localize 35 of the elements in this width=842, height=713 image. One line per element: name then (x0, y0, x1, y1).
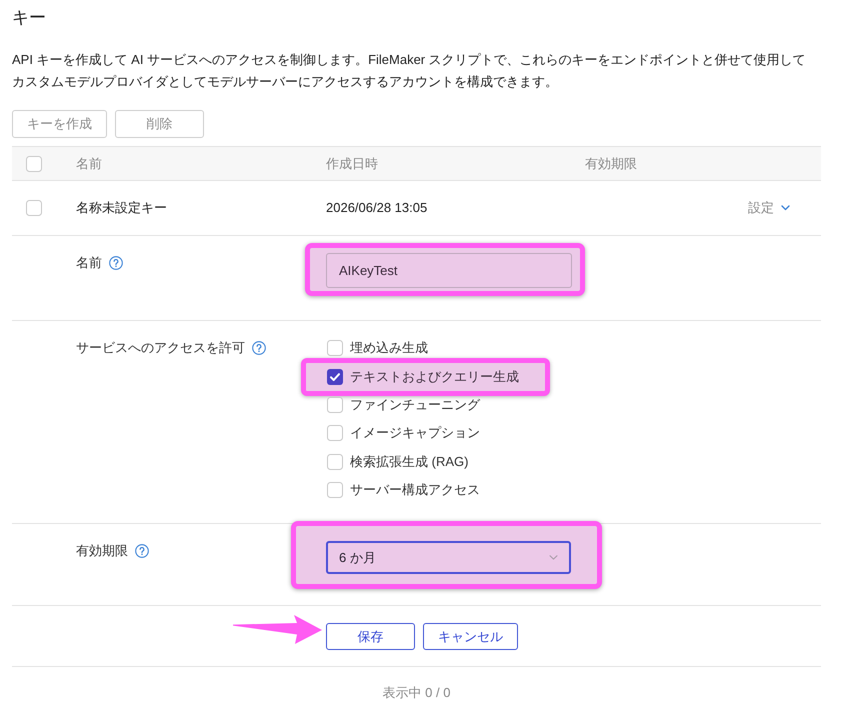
settings-dropdown[interactable]: 設定 (748, 198, 790, 218)
checkbox-label: テキストおよびクエリー生成 (350, 368, 519, 385)
name-input[interactable]: AIKeyTest (326, 253, 572, 288)
checkbox[interactable] (327, 454, 343, 470)
checkbox[interactable] (327, 368, 343, 385)
help-icon[interactable] (109, 256, 123, 270)
table-cell: 名称未設定キー (76, 200, 167, 215)
table-cell: 2026/06/28 13:05 (326, 200, 428, 215)
checkbox[interactable] (327, 396, 343, 413)
checkbox-label: サーバー構成アクセス (350, 482, 480, 498)
checkbox-label: イメージキャプション (350, 425, 480, 442)
checkbox-label: 検索拡張生成 (RAG) (350, 454, 468, 470)
chevron-down-icon (549, 555, 558, 560)
help-icon[interactable] (252, 341, 266, 355)
expiry-select[interactable]: 6 か月 (326, 541, 571, 574)
field-label: サービスへのアクセスを許可 (76, 339, 245, 357)
column-header: 有効期限 (585, 156, 637, 170)
checkbox[interactable] (26, 200, 42, 216)
cancel-button[interactable]: キャンセル (423, 623, 518, 650)
column-header: 作成日時 (326, 156, 378, 170)
checkbox-label: 埋め込み生成 (350, 340, 428, 356)
checkbox[interactable] (26, 156, 42, 172)
checkbox[interactable] (327, 482, 343, 498)
column-header: 名前 (76, 156, 102, 170)
save-button[interactable]: 保存 (326, 623, 415, 650)
checkbox[interactable] (327, 340, 343, 356)
field-label: 有効期限 (76, 542, 128, 560)
page-title: キー (12, 8, 47, 28)
checkbox[interactable] (327, 425, 343, 442)
pagination-status: 表示中 0 / 0 (382, 684, 450, 702)
chevron-down-icon (781, 205, 790, 211)
description-text: API キーを作成して AI サービスへのアクセスを制御します。FileMaker スクリプトで、これらのキーをエンドポイントと併せて使用してカスタムモデルプロバイダとしてモデルサーバーにアクセスするアカウントを構成できます。 (12, 51, 807, 91)
help-icon[interactable] (135, 544, 149, 558)
checkbox-label: ファインチューニング (350, 396, 480, 413)
field-label: 名前 (76, 254, 102, 272)
